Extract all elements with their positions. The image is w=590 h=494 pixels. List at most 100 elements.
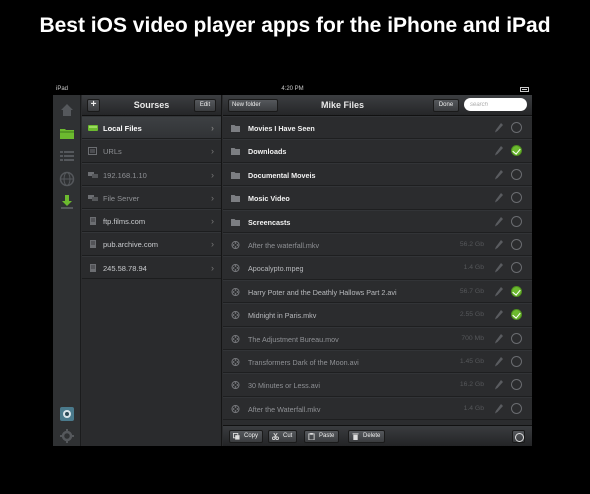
file-size: 16.2 Gb: [459, 381, 484, 389]
select-circle-icon[interactable]: [511, 239, 522, 250]
source-item[interactable]: File Server ›: [82, 185, 221, 210]
file-name: 30 Minutes or Less.avi: [248, 381, 320, 391]
settings-icon[interactable]: [58, 427, 76, 445]
file-row[interactable]: After the Waterfall.mkv 1.4 Gb: [223, 396, 532, 421]
paste-label: Paste: [319, 433, 335, 439]
download-icon[interactable]: [58, 193, 76, 211]
file-name: After the Waterfall.mkv: [248, 404, 321, 414]
select-circle-icon[interactable]: [511, 192, 522, 204]
files-title: Mike Files: [320, 100, 365, 110]
page-headline: Best iOS video player apps for the iPhon…: [39, 14, 551, 37]
file-name: Movies I Have Seen: [248, 124, 315, 133]
file-size: 1.4 Gb: [463, 264, 484, 272]
source-item-label: File Server: [103, 193, 140, 203]
checked-circle-icon[interactable]: [511, 285, 522, 297]
sources-pane: + Sourses Edit Local Files › URLs › 192.168.…: [82, 95, 222, 446]
source-item-label: URLs: [103, 147, 122, 157]
folder-row[interactable]: Movies I Have Seen: [223, 116, 532, 140]
checked-circle-icon[interactable]: [511, 145, 522, 157]
folder-icon[interactable]: [58, 124, 76, 142]
select-circle-icon[interactable]: [511, 402, 522, 414]
source-item-label: 192.168.1.10: [103, 170, 147, 180]
copy-button[interactable]: Copy: [229, 430, 264, 443]
select-circle-icon[interactable]: [511, 168, 522, 180]
files-header: New folder Mike Files Done: [223, 95, 532, 116]
select-circle-icon[interactable]: [511, 356, 522, 367]
sources-header: + Sourses Edit: [82, 95, 221, 116]
file-row[interactable]: Apocalypto.mpeg 1.4 Gb: [223, 256, 532, 280]
file-row[interactable]: After the waterfall.mkv 56.2 Gb: [223, 233, 532, 257]
source-item[interactable]: pub.archive.com ›: [82, 232, 221, 256]
file-name: Downloads: [248, 147, 287, 157]
source-list: Local Files › URLs › 192.168.1.10 › File Serve…: [82, 116, 221, 280]
file-row[interactable]: Harry Poter and the Deathly Hallows Part…: [223, 279, 532, 304]
source-item[interactable]: 245.58.78.94 ›: [82, 255, 221, 280]
folder-row[interactable]: Documental Moveis: [223, 162, 532, 187]
ipad-screen: iPad 4:20 PM + Sourses Edit Local Files …: [53, 84, 532, 446]
file-name: The Adjustment Bureau.mov: [248, 334, 339, 344]
status-time: 4:20 PM: [281, 86, 304, 92]
source-item-label: pub.archive.com: [103, 240, 159, 250]
file-name: Transformers Dark of the Moon.avi: [248, 358, 359, 367]
home-icon[interactable]: [58, 101, 76, 119]
file-name: Documental Moveis: [248, 170, 316, 180]
source-item-label: 245.58.78.94: [103, 263, 147, 273]
file-name: Screencasts: [248, 217, 291, 227]
search-input[interactable]: [464, 98, 527, 111]
file-size: 1.45 Gb: [459, 358, 484, 365]
file-name: Harry Poter and the Deathly Hallows Part…: [248, 287, 397, 297]
select-all-button[interactable]: [512, 430, 525, 443]
select-circle-icon[interactable]: [511, 262, 522, 274]
file-row[interactable]: Midnight in Paris.mkv 2.55 Gb: [223, 303, 532, 327]
edit-sources-button[interactable]: Edit: [194, 99, 216, 112]
file-size: 1.4 Gb: [463, 404, 484, 412]
source-item[interactable]: Local Files ›: [82, 116, 221, 140]
done-button[interactable]: Done: [433, 99, 459, 112]
cut-label: Cut: [283, 433, 293, 439]
file-row[interactable]: 30 Minutes or Less.avi 16.2 Gb: [223, 373, 532, 397]
chevron-right-icon: ›: [211, 239, 214, 250]
source-item-label: Local Files: [103, 124, 142, 133]
file-row[interactable]: The Adjustment Bureau.mov 700 Mb: [223, 326, 532, 350]
chevron-right-icon: ›: [211, 169, 214, 180]
files-pane: New folder Mike Files Done Movies I Have…: [223, 95, 532, 446]
app-logo-icon[interactable]: [58, 405, 76, 423]
select-circle-icon[interactable]: [511, 332, 522, 344]
paste-button[interactable]: Paste: [304, 430, 340, 443]
cut-button[interactable]: Cut: [268, 430, 298, 443]
folder-row[interactable]: Downloads: [223, 139, 532, 163]
file-size: 700 Mb: [461, 334, 484, 342]
source-item[interactable]: URLs ›: [82, 139, 221, 163]
icon-rail: [53, 95, 81, 446]
file-toolbar: Copy Cut Paste Delete: [223, 425, 532, 446]
source-item[interactable]: ftp.films.com ›: [82, 209, 221, 233]
chevron-right-icon: ›: [211, 192, 214, 203]
scissors-icon: [272, 433, 279, 440]
file-row[interactable]: Transformers Dark of the Moon.avi 1.45 Gb: [223, 350, 532, 374]
copy-label: Copy: [244, 433, 259, 439]
file-name: Apocalypto.mpeg: [248, 264, 304, 274]
file-name: Mosic Video: [248, 194, 290, 204]
file-name: After the waterfall.mkv: [248, 241, 320, 250]
file-name: Midnight in Paris.mkv: [248, 311, 317, 321]
chevron-right-icon: ›: [211, 262, 214, 273]
globe-icon[interactable]: [58, 170, 76, 188]
trash-icon: [352, 433, 359, 440]
folder-row[interactable]: Screencasts: [223, 209, 532, 233]
folder-row[interactable]: Mosic Video: [223, 186, 532, 210]
chevron-right-icon: ›: [211, 123, 214, 133]
source-item[interactable]: 192.168.1.10 ›: [82, 162, 221, 186]
select-circle-icon[interactable]: [511, 122, 522, 133]
select-circle-icon[interactable]: [511, 215, 522, 227]
checked-circle-icon[interactable]: [511, 309, 522, 321]
status-bar: iPad 4:20 PM: [53, 84, 532, 95]
delete-button[interactable]: Delete: [348, 430, 386, 443]
copy-icon: [233, 433, 240, 440]
select-circle-icon[interactable]: [511, 379, 522, 391]
source-item-label: ftp.films.com: [103, 217, 146, 227]
file-size: 56.2 Gb: [459, 241, 484, 248]
file-size: 2.55 Gb: [459, 311, 484, 319]
battery-icon: [520, 87, 529, 92]
list-icon[interactable]: [58, 147, 76, 165]
delete-label: Delete: [363, 433, 381, 439]
